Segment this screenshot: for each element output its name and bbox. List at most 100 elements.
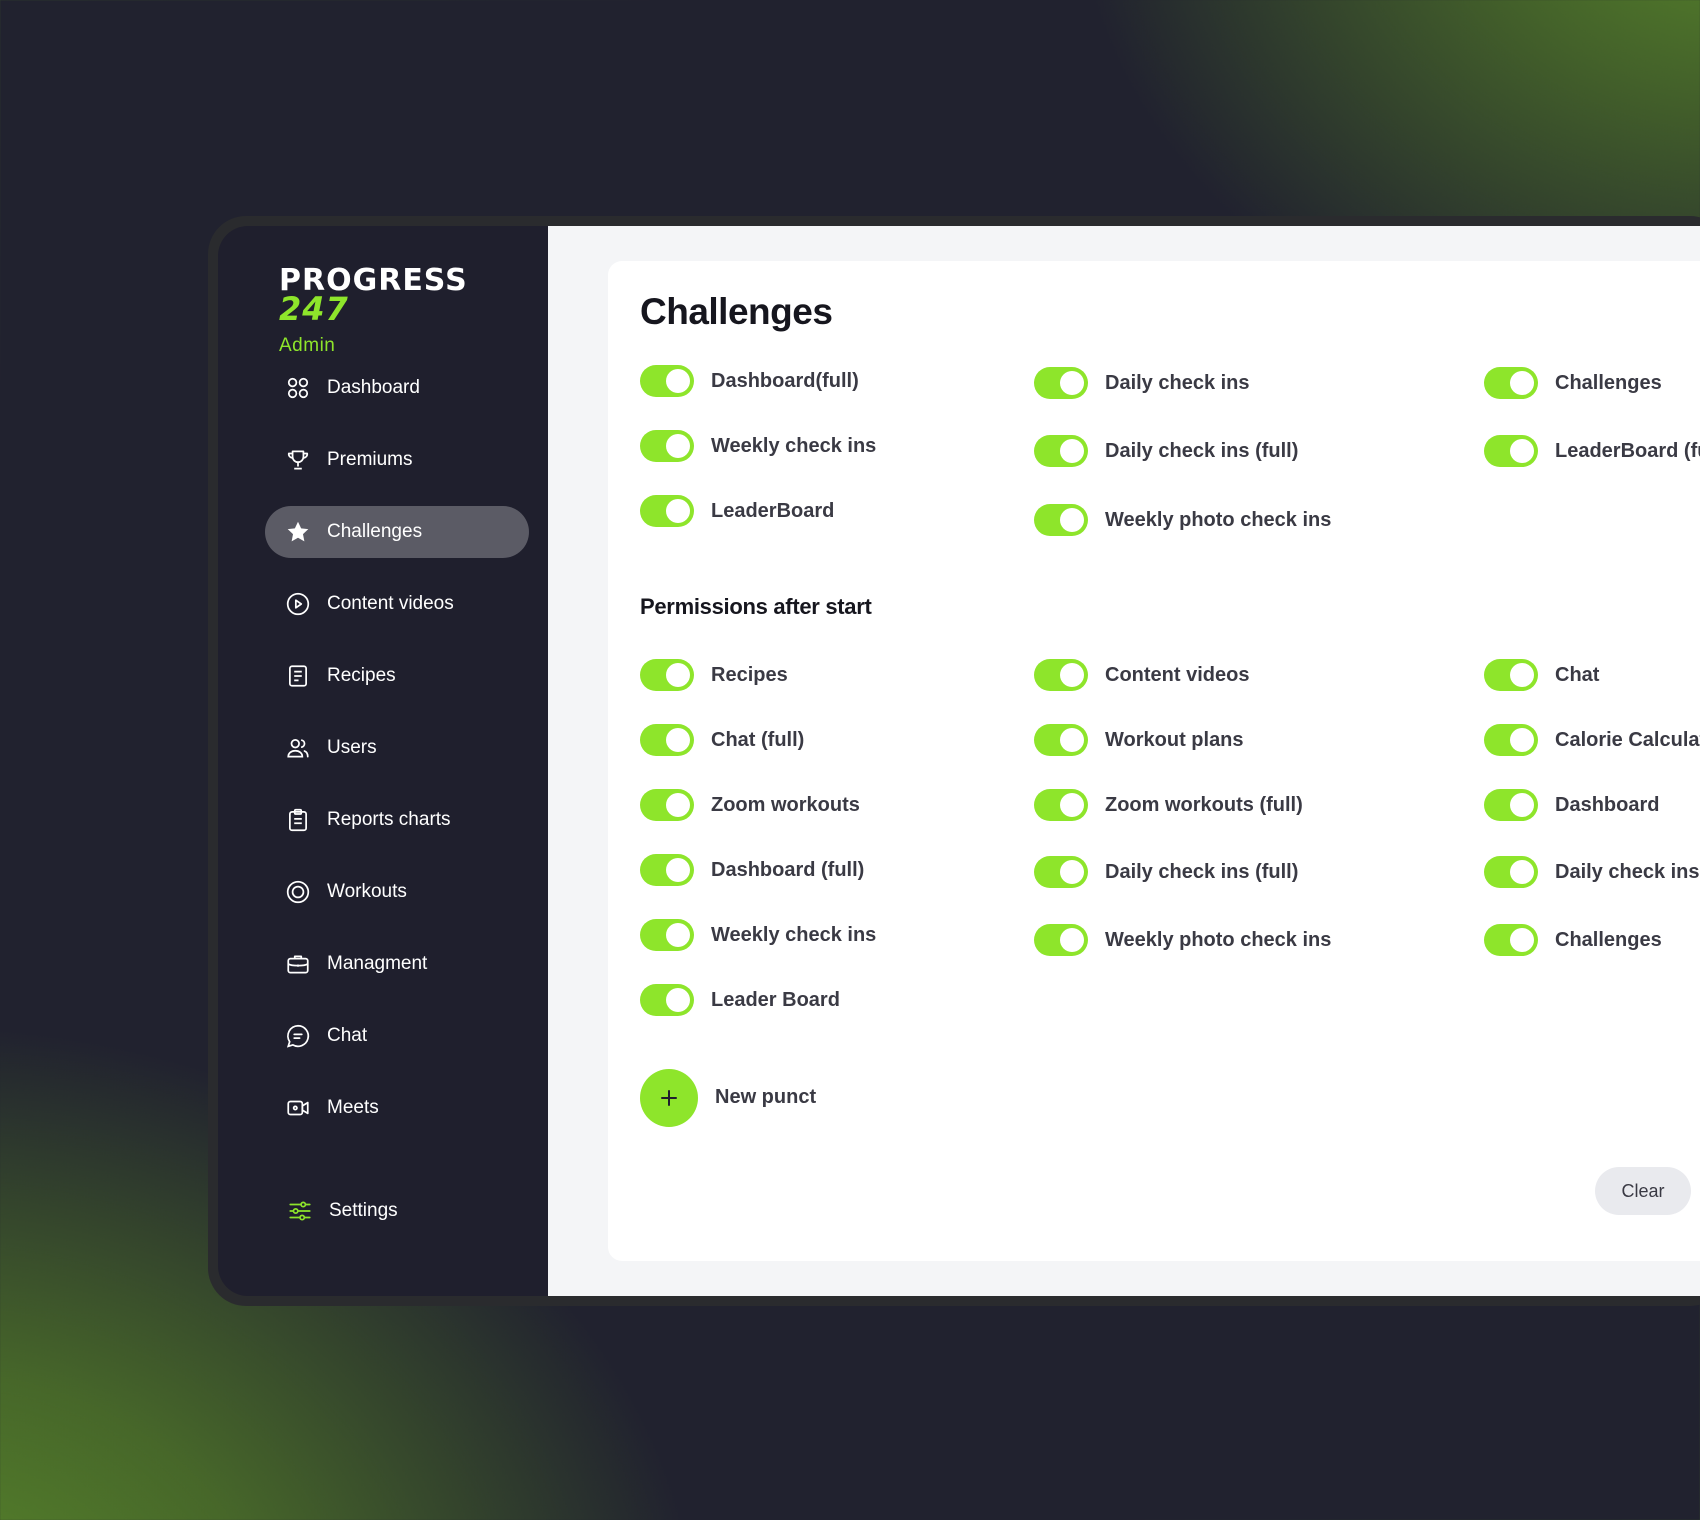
permission-label: Daily check ins [1105,371,1250,394]
sidebar-item-content-videos[interactable]: Content videos [265,578,529,630]
toggle-switch[interactable] [1034,789,1088,821]
permission-item: Daily check ins [1034,367,1250,399]
permission-label: LeaderBoard (full) [1555,439,1700,462]
permission-label: Dashboard (full) [711,858,865,881]
toggle-switch[interactable] [640,659,694,691]
sidebar-item-label: Managment [327,953,428,974]
plus-icon [661,1090,677,1106]
toggle-switch[interactable] [1484,724,1538,756]
permission-item: Dashboard (full) [640,854,864,886]
permission-item: Challenges [1484,924,1662,956]
toggle-switch[interactable] [1034,924,1088,956]
permission-item: Dashboard(full) [640,365,859,397]
brand-logo: PROGRESS 247 Admin [279,266,468,357]
permission-label: Dashboard [1555,793,1660,816]
toggle-switch[interactable] [640,789,694,821]
brand-line2: 247 [279,290,349,328]
permission-item: LeaderBoard [640,495,834,527]
toggle-switch[interactable] [1484,856,1538,888]
permission-label: Leader Board [711,988,840,1011]
sidebar-item-meets[interactable]: Meets [265,1082,529,1134]
sidebar-item-dashboard[interactable]: Dashboard [265,362,529,414]
sidebar-item-label: Workouts [327,881,407,902]
sidebar-item-label: Recipes [327,665,396,686]
permission-item: Daily check ins (full) [1034,856,1298,888]
toggle-switch[interactable] [1484,924,1538,956]
permission-item: Recipes [640,659,788,691]
permission-item: Weekly check ins [640,919,876,951]
permission-label: Chat [1555,663,1600,686]
sidebar-item-label: Users [327,737,377,758]
sidebar-item-label: Content videos [327,593,454,614]
permission-item: Calorie Calculator [1484,724,1700,756]
trophy-icon [287,450,309,470]
toggle-switch[interactable] [1484,789,1538,821]
toggle-switch[interactable] [1034,504,1088,536]
clear-button[interactable]: Clear [1595,1167,1691,1215]
toggle-switch[interactable] [640,365,694,397]
permission-label: Zoom workouts (full) [1105,793,1303,816]
sliders-icon [289,1201,311,1221]
sidebar-item-reports-charts[interactable]: Reports charts [265,794,529,846]
sidebar-item-challenges[interactable]: Challenges [265,506,529,558]
sidebar-item-label: Reports charts [327,809,451,830]
permission-item: Daily check ins (full) [1484,856,1700,888]
permission-item: Challenges [1484,367,1662,399]
main-area: Challenges Dashboard(full) Weekly check … [548,226,1700,1296]
video-icon [287,1100,309,1116]
toggle-switch[interactable] [1034,435,1088,467]
sidebar-item-workouts[interactable]: Workouts [265,866,529,918]
permission-item: Workout plans [1034,724,1244,756]
users-icon [287,739,309,758]
toggle-switch[interactable] [1034,724,1088,756]
sidebar-item-label: Challenges [327,521,423,542]
sidebar-item-users[interactable]: Users [265,722,529,774]
sidebar-item-recipes[interactable]: Recipes [265,650,529,702]
permission-item: Zoom workouts (full) [1034,789,1303,821]
page-title: Challenges [640,291,833,332]
permission-item: Chat (full) [640,724,804,756]
permission-label: Daily check ins (full) [1105,439,1299,462]
toggle-switch[interactable] [640,724,694,756]
toggle-switch[interactable] [1034,856,1088,888]
toggle-switch[interactable] [1484,367,1538,399]
permission-label: Daily check ins (full) [1555,860,1700,883]
sidebar-item-managment[interactable]: Managment [265,938,529,990]
permission-item: Chat [1484,659,1599,691]
toggle-switch[interactable] [1034,367,1088,399]
permission-label: Weekly photo check ins [1105,928,1332,951]
permission-item: Weekly check ins [640,430,876,462]
toggle-switch[interactable] [1484,435,1538,467]
toggle-switch[interactable] [640,430,694,462]
permission-item: Dashboard [1484,789,1659,821]
sidebar-item-settings[interactable]: Settings [267,1185,531,1237]
toggle-switch[interactable] [1034,659,1088,691]
permission-item: LeaderBoard (full) [1484,435,1700,467]
add-punct-label[interactable]: New punct [715,1086,816,1109]
play-circle-icon [286,592,310,616]
sidebar-item-premiums[interactable]: Premiums [265,434,529,486]
permission-label: Recipes [711,663,788,686]
add-punct-button[interactable] [640,1069,698,1127]
app-window: PROGRESS 247 Admin Dashboard Premiums Ch… [218,226,1700,1296]
permission-label: LeaderBoard [711,499,835,522]
toggle-switch[interactable] [1484,659,1538,691]
permission-item: Weekly photo check ins [1034,504,1331,536]
target-icon [286,880,310,904]
challenge-card: Challenges Dashboard(full) Weekly check … [608,261,1700,1261]
permission-label: Calorie Calculator [1555,728,1700,751]
permission-label: Chat (full) [711,728,805,751]
toggle-switch[interactable] [640,984,694,1016]
toggle-switch[interactable] [640,495,694,527]
permission-item: Weekly photo check ins [1034,924,1331,956]
permission-item: Zoom workouts [640,789,860,821]
permission-label: Zoom workouts [711,793,860,816]
toggle-switch[interactable] [640,854,694,886]
dashboard-icon [287,377,309,399]
toggle-switch[interactable] [640,919,694,951]
sidebar-item-chat[interactable]: Chat [265,1010,529,1062]
section-title: Permissions after start [640,594,872,619]
permission-label: Daily check ins (full) [1105,860,1299,883]
clipboard-icon [289,808,307,832]
briefcase-icon [287,955,309,974]
